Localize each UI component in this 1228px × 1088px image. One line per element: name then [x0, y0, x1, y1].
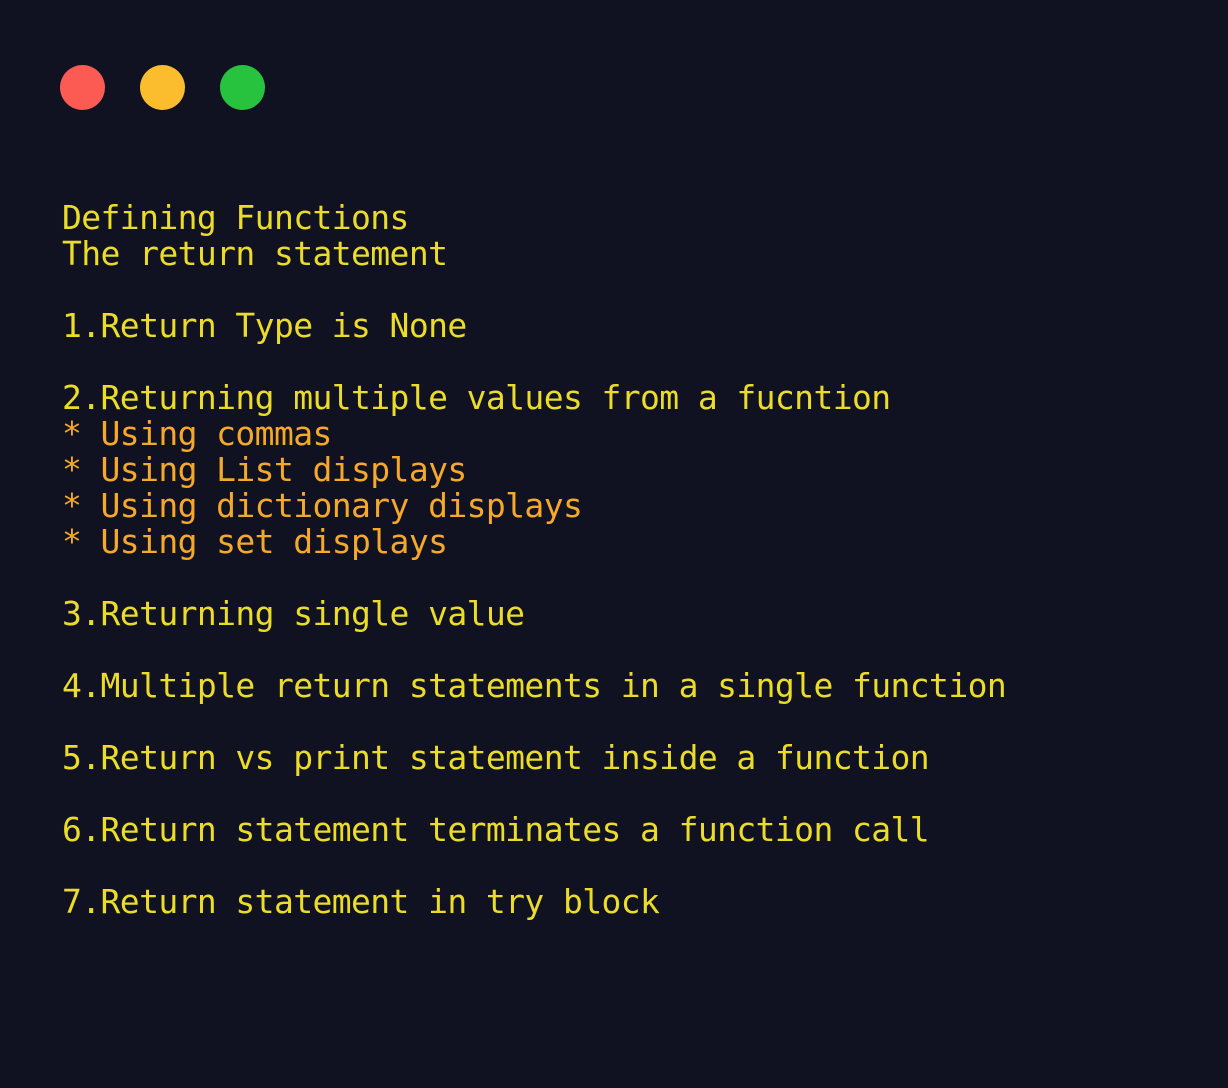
maximize-window-icon[interactable] — [220, 65, 265, 110]
text-line: 1.Return Type is None — [62, 306, 467, 345]
application-window: Defining Functions The return statement 1… — [0, 0, 1228, 1088]
close-window-icon[interactable] — [60, 65, 105, 110]
text-line: * Using List displays — [62, 450, 467, 489]
window-controls — [60, 65, 1228, 110]
minimize-window-icon[interactable] — [140, 65, 185, 110]
text-line: 4.Multiple return statements in a single… — [62, 666, 1007, 705]
text-line: * Using set displays — [62, 522, 448, 561]
text-line: 3.Returning single value — [62, 594, 525, 633]
window-titlebar — [0, 0, 1228, 160]
text-content-area: Defining Functions The return statement 1… — [62, 200, 1212, 920]
text-line: * Using commas — [62, 414, 332, 453]
text-line: 2.Returning multiple values from a fucnt… — [62, 378, 891, 417]
text-line: 6.Return statement terminates a function… — [62, 810, 930, 849]
text-line: The return statement — [62, 234, 448, 273]
text-line: 5.Return vs print statement inside a fun… — [62, 738, 930, 777]
text-line: Defining Functions — [62, 198, 409, 237]
text-line: * Using dictionary displays — [62, 486, 583, 525]
text-line: 7.Return statement in try block — [62, 882, 660, 921]
